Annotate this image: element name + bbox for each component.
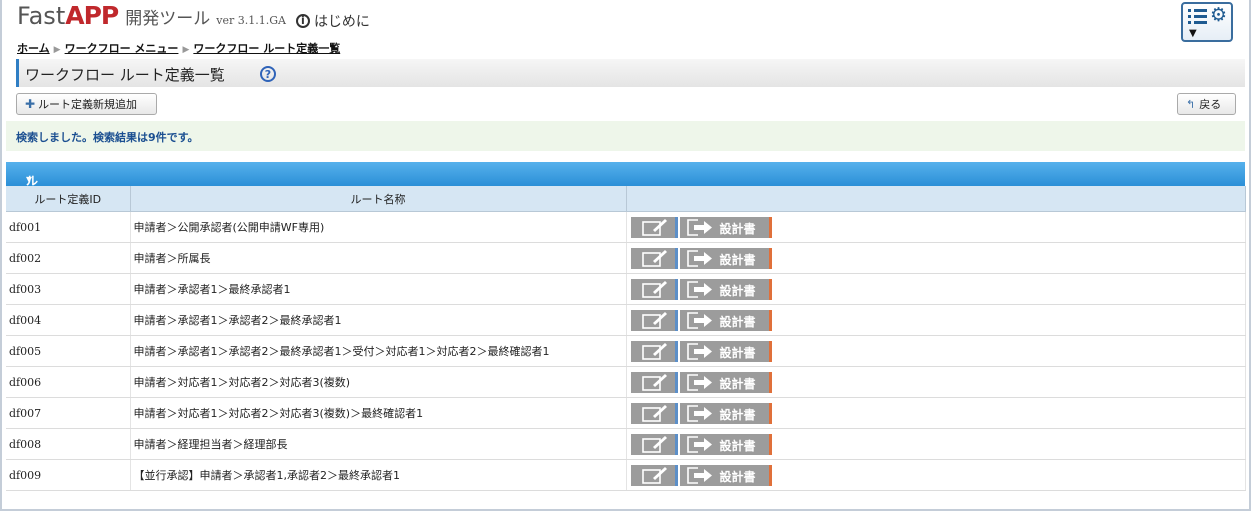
column-header-name: ルート名称 xyxy=(130,186,627,212)
route-id-cell: df008 xyxy=(6,428,131,460)
route-name-cell: 申請者＞経理担当者＞経理部長 xyxy=(130,428,627,460)
search-result-text: 検索しました。検索結果は9件です。 xyxy=(16,131,199,144)
breadcrumb-separator-icon: ▶ xyxy=(53,45,61,55)
route-name-cell: 申請者＞承認者1＞承認者2＞最終承認者1 xyxy=(130,304,627,336)
route-name-cell: 申請者＞所属長 xyxy=(130,242,627,274)
caret-down-icon: ▼ xyxy=(1189,28,1197,39)
design-doc-button[interactable]: 設計書 xyxy=(679,371,772,393)
design-doc-button[interactable]: 設計書 xyxy=(679,216,772,238)
table-row: df002 申請者＞所属長 設計書 xyxy=(6,242,1246,274)
version-label: ver 3.1.1.GA xyxy=(216,14,286,27)
breadcrumb-workflow-menu[interactable]: ワークフロー メニュー xyxy=(65,42,179,55)
route-id-cell: df004 xyxy=(6,304,131,336)
design-doc-button[interactable]: 設計書 xyxy=(679,340,772,362)
route-id-cell: df001 xyxy=(6,211,131,243)
route-name-cell: 申請者＞承認者1＞最終承認者1 xyxy=(130,273,627,305)
route-id-cell: df002 xyxy=(6,242,131,274)
getting-started-label: はじめに xyxy=(313,13,370,30)
edit-button[interactable] xyxy=(630,340,678,362)
breadcrumb-home[interactable]: ホーム xyxy=(17,42,50,55)
search-result-message: 検索しました。検索結果は9件です。 xyxy=(6,121,1245,151)
route-table: ルート定義ID ルート名称 df001 申請者＞公開承認者(公開申請WF専用) 設計… xyxy=(6,186,1246,491)
section-header[interactable]: ▾ ルート定義一覧 xyxy=(6,162,1245,290)
page-title-bar: ワークフロー ルート定義一覧 ? xyxy=(16,59,1245,87)
table-row: df001 申請者＞公開承認者(公開申請WF専用) 設計書 xyxy=(6,211,1246,243)
gear-icon: ⚙ xyxy=(1210,4,1228,26)
route-id-cell: df003 xyxy=(6,273,131,305)
edit-button[interactable] xyxy=(630,216,678,238)
edit-button[interactable] xyxy=(630,371,678,393)
breadcrumb: ホーム ▶ ワークフロー メニュー ▶ ワークフロー ルート定義一覧 xyxy=(17,40,340,56)
logo-fast: Fast xyxy=(17,2,66,30)
return-icon: ↰ xyxy=(1186,97,1196,111)
design-doc-label: 設計書 xyxy=(719,469,756,484)
main-menu-button[interactable]: ⚙ ▼ xyxy=(1181,2,1233,42)
route-id-cell: df006 xyxy=(6,366,131,398)
table-row: df004 申請者＞承認者1＞承認者2＞最終承認者1 設計書 xyxy=(6,304,1246,336)
row-actions: 設計書 xyxy=(626,459,1246,491)
page-title: ワークフロー ルート定義一覧 xyxy=(25,66,225,84)
design-doc-label: 設計書 xyxy=(719,376,756,391)
design-doc-label: 設計書 xyxy=(719,314,756,329)
edit-button[interactable] xyxy=(630,402,678,424)
design-doc-label: 設計書 xyxy=(719,345,756,360)
design-doc-label: 設計書 xyxy=(719,221,756,236)
row-actions: 設計書 xyxy=(626,397,1246,429)
design-doc-label: 設計書 xyxy=(719,407,756,422)
row-actions: 設計書 xyxy=(626,211,1246,243)
table-row: df006 申請者＞対応者1＞対応者2＞対応者3(複数) 設計書 xyxy=(6,366,1246,398)
design-doc-button[interactable]: 設計書 xyxy=(679,402,772,424)
plus-icon: ✚ xyxy=(25,97,36,111)
design-doc-button[interactable]: 設計書 xyxy=(679,247,772,269)
edit-button[interactable] xyxy=(630,464,678,486)
edit-button[interactable] xyxy=(630,247,678,269)
row-actions: 設計書 xyxy=(626,304,1246,336)
design-doc-label: 設計書 xyxy=(719,252,756,267)
table-row: df003 申請者＞承認者1＞最終承認者1 設計書 xyxy=(6,273,1246,305)
design-doc-button[interactable]: 設計書 xyxy=(679,309,772,331)
edit-button[interactable] xyxy=(630,278,678,300)
breadcrumb-route-list[interactable]: ワークフロー ルート定義一覧 xyxy=(193,42,340,55)
route-id-cell: df005 xyxy=(6,335,131,367)
route-name-cell: 申請者＞公開承認者(公開申請WF専用) xyxy=(130,211,627,243)
design-doc-button[interactable]: 設計書 xyxy=(679,464,772,486)
help-icon[interactable]: ? xyxy=(260,66,276,82)
design-doc-button[interactable]: 設計書 xyxy=(679,433,772,455)
table-row: df005 申請者＞承認者1＞承認者2＞最終承認者1＞受付＞対応者1＞対応者2＞最… xyxy=(6,335,1246,367)
route-name-cell: 申請者＞承認者1＞承認者2＞最終承認者1＞受付＞対応者1＞対応者2＞最終確認者1 xyxy=(130,335,627,367)
design-doc-button[interactable]: 設計書 xyxy=(679,278,772,300)
design-doc-label: 設計書 xyxy=(719,283,756,298)
logo-app: APP xyxy=(65,1,119,30)
route-name-cell: 申請者＞対応者1＞対応者2＞対応者3(複数)＞最終確認者1 xyxy=(130,397,627,429)
logo-tool-name: 開発ツール xyxy=(125,9,211,29)
table-row: df009 【並行承認】申請者＞承認者1,承認者2＞最終承認者1 設計書 xyxy=(6,459,1246,491)
route-id-cell: df007 xyxy=(6,397,131,429)
column-header-id: ルート定義ID xyxy=(6,186,131,212)
app-logo: Fast APP 開発ツール ver 3.1.1.GA i はじめに xyxy=(17,1,370,37)
getting-started-link[interactable]: i はじめに xyxy=(295,11,370,31)
route-name-cell: 申請者＞対応者1＞対応者2＞対応者3(複数) xyxy=(130,366,627,398)
row-actions: 設計書 xyxy=(626,428,1246,460)
edit-button[interactable] xyxy=(630,433,678,455)
table-row: df008 申請者＞経理担当者＞経理部長 設計書 xyxy=(6,428,1246,460)
column-header-actions xyxy=(626,186,1246,212)
info-icon: i xyxy=(295,13,310,28)
design-doc-label: 設計書 xyxy=(719,438,756,453)
table-row: df007 申請者＞対応者1＞対応者2＞対応者3(複数)＞最終確認者1 設計書 xyxy=(6,397,1246,429)
back-button[interactable]: ↰ 戻る xyxy=(1177,93,1236,115)
list-icon xyxy=(1188,9,1207,25)
edit-button[interactable] xyxy=(630,309,678,331)
row-actions: 設計書 xyxy=(626,273,1246,305)
row-actions: 設計書 xyxy=(626,366,1246,398)
route-name-cell: 【並行承認】申請者＞承認者1,承認者2＞最終承認者1 xyxy=(130,459,627,491)
row-actions: 設計書 xyxy=(626,242,1246,274)
add-route-button[interactable]: ✚ ルート定義新規追加 xyxy=(16,93,157,115)
breadcrumb-separator-icon: ▶ xyxy=(182,45,190,55)
add-route-label: ルート定義新規追加 xyxy=(38,98,138,111)
back-label: 戻る xyxy=(1199,98,1222,111)
route-id-cell: df009 xyxy=(6,459,131,491)
row-actions: 設計書 xyxy=(626,335,1246,367)
